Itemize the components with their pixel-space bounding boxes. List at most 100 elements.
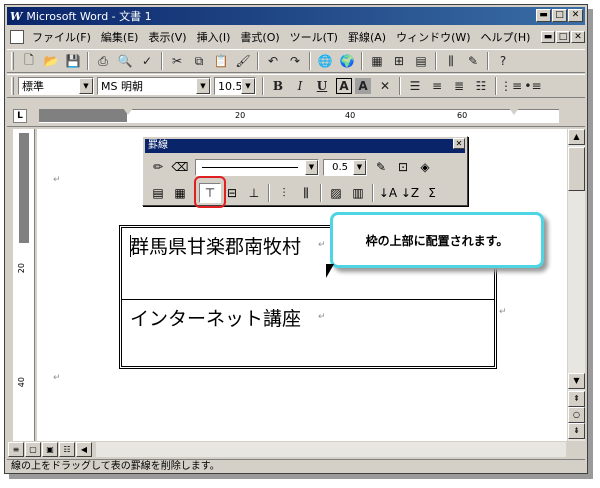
chevron-down-icon[interactable]: ▼: [353, 159, 366, 175]
style-combo[interactable]: 標準 ▼: [18, 77, 94, 95]
toolbar-grip[interactable]: [11, 77, 14, 95]
bullets-icon[interactable]: •≡: [522, 76, 544, 96]
font-size-combo[interactable]: 10.5 ▼: [214, 77, 256, 95]
web-toolbar-icon[interactable]: 🌍: [336, 51, 358, 71]
merge-cells-icon[interactable]: ▦: [169, 183, 191, 203]
scroll-up-icon[interactable]: ▲: [568, 129, 585, 145]
align-bottom-icon[interactable]: ⊥: [243, 183, 265, 203]
insert-table-icon[interactable]: ▤: [147, 183, 169, 203]
sort-descending-icon[interactable]: ↓Z: [399, 183, 421, 203]
menu-table[interactable]: 罫線(A): [343, 29, 391, 45]
columns-icon[interactable]: ⫼: [440, 51, 462, 71]
doc-minimize-button[interactable]: ▬: [541, 31, 555, 43]
autosum-button[interactable]: Σ: [421, 183, 443, 203]
drawing-icon[interactable]: ✎: [462, 51, 484, 71]
chevron-down-icon[interactable]: ▼: [305, 159, 318, 175]
distribute-columns-icon[interactable]: ⫼: [295, 183, 317, 203]
minimize-button[interactable]: ▬: [536, 9, 551, 22]
format-painter-icon[interactable]: 🖌: [232, 51, 254, 71]
underline-button[interactable]: U: [311, 76, 333, 96]
numbering-icon[interactable]: ⋮≡: [500, 76, 522, 96]
scroll-down-icon[interactable]: ▼: [568, 373, 585, 389]
character-border-button[interactable]: A: [336, 78, 352, 94]
standard-toolbar: 🗋 📂 💾 ⎙ 🔍 ✓ ✂ ⧉ 📋 🖌 ↶ ↷ 🌐 🌍 ▦ ⊞ ▤ ⫼ ✎ ?: [7, 49, 585, 73]
toolbar-grip[interactable]: [11, 52, 14, 70]
close-button[interactable]: ✕: [568, 9, 583, 22]
print-layout-icon[interactable]: ▣: [42, 442, 58, 457]
spellcheck-icon[interactable]: ✓: [136, 51, 158, 71]
print-preview-icon[interactable]: 🔍: [114, 51, 136, 71]
formatting-toolbar: 標準 ▼ MS 明朝 ▼ 10.5 ▼ B I U A A ✕ ☰ ≡ ≣ ☷ …: [7, 74, 585, 98]
toolbar-close-icon[interactable]: ✕: [453, 138, 465, 149]
character-shading-button[interactable]: A: [355, 78, 371, 94]
scroll-thumb[interactable]: [568, 147, 585, 191]
menu-window[interactable]: ウィンドウ(W): [391, 29, 475, 45]
tab-selector[interactable]: L: [13, 109, 27, 123]
chevron-down-icon[interactable]: ▼: [196, 78, 210, 94]
tables-borders-icon[interactable]: ▦: [366, 51, 388, 71]
undo-icon[interactable]: ↶: [262, 51, 284, 71]
right-indent-marker-icon[interactable]: [509, 108, 519, 115]
menu-file[interactable]: ファイル(F): [27, 29, 96, 45]
outline-view-icon[interactable]: ☷: [59, 442, 75, 457]
menu-insert[interactable]: 挿入(I): [192, 29, 236, 45]
line-weight-combo[interactable]: 0.5 ▼: [323, 158, 367, 176]
font-combo[interactable]: MS 明朝 ▼: [97, 77, 211, 95]
table-autoformat-icon[interactable]: ▨: [325, 183, 347, 203]
align-center-icon[interactable]: ≡: [426, 76, 448, 96]
hyperlink-icon[interactable]: 🌐: [314, 51, 336, 71]
title-bar[interactable]: W Microsoft Word - 文書 1 ▬ □ ✕: [7, 7, 585, 25]
menu-format[interactable]: 書式(O): [235, 29, 284, 45]
horizontal-ruler[interactable]: 20 40 60: [39, 108, 559, 123]
insert-table-icon[interactable]: ⊞: [388, 51, 410, 71]
distribute-icon[interactable]: ☷: [470, 76, 492, 96]
outside-border-icon[interactable]: ⊡: [392, 157, 414, 177]
insert-excel-icon[interactable]: ▤: [410, 51, 432, 71]
scroll-left-icon[interactable]: ◀: [76, 442, 92, 457]
menu-view[interactable]: 表示(V): [143, 29, 191, 45]
copy-icon[interactable]: ⧉: [188, 51, 210, 71]
chevron-down-icon[interactable]: ▼: [241, 78, 255, 94]
document-icon[interactable]: [10, 30, 24, 44]
align-justify-icon[interactable]: ☰: [404, 76, 426, 96]
redo-icon[interactable]: ↷: [284, 51, 306, 71]
open-folder-icon[interactable]: 📂: [40, 51, 62, 71]
menu-tools[interactable]: ツール(T): [285, 29, 343, 45]
border-color-icon[interactable]: ✎: [370, 157, 392, 177]
line-style-combo[interactable]: ▼: [195, 158, 319, 176]
doc-close-button[interactable]: ✕: [571, 31, 585, 43]
distribute-rows-icon[interactable]: ⫶: [273, 183, 295, 203]
align-right-icon[interactable]: ≣: [448, 76, 470, 96]
select-browse-object-icon[interactable]: ○: [568, 407, 585, 423]
shading-color-icon[interactable]: ◈: [414, 157, 436, 177]
maximize-button[interactable]: □: [552, 9, 567, 22]
bold-button[interactable]: B: [267, 76, 289, 96]
indent-marker-icon[interactable]: [123, 108, 133, 115]
vertical-ruler[interactable]: 20 40: [13, 129, 35, 441]
eraser-icon[interactable]: ⌫: [169, 157, 191, 177]
next-page-icon[interactable]: ⇟: [568, 423, 585, 439]
sort-ascending-icon[interactable]: ↓A: [377, 183, 399, 203]
chevron-down-icon[interactable]: ▼: [79, 78, 93, 94]
toolbar-title[interactable]: 罫線: [145, 139, 465, 153]
cut-icon[interactable]: ✂: [166, 51, 188, 71]
new-document-icon[interactable]: 🗋: [18, 51, 40, 71]
doc-restore-button[interactable]: □: [556, 31, 570, 43]
previous-page-icon[interactable]: ⇞: [568, 391, 585, 407]
change-text-direction-icon[interactable]: ▥: [347, 183, 369, 203]
normal-view-icon[interactable]: ≡: [8, 442, 24, 457]
menu-help[interactable]: ヘルプ(H): [476, 29, 536, 45]
draw-table-pencil-icon[interactable]: ✏: [147, 157, 169, 177]
help-icon[interactable]: ?: [492, 51, 514, 71]
italic-button[interactable]: I: [289, 76, 311, 96]
save-icon[interactable]: 💾: [62, 51, 84, 71]
highlight-icon[interactable]: ✕: [374, 76, 396, 96]
tables-borders-toolbar[interactable]: 罫線 ✕ ✏ ⌫ ▼ 0.5 ▼ ✎ ⊡ ◈ ▤ ▦ ⊤ ⊟ ⊥ ⫶ ⫼ ▨ ▥…: [142, 136, 468, 206]
horizontal-scrollbar[interactable]: [96, 442, 566, 457]
vertical-scrollbar[interactable]: ▲ ▼ ⇞ ○ ⇟: [568, 129, 585, 441]
paste-icon[interactable]: 📋: [210, 51, 232, 71]
print-icon[interactable]: ⎙: [92, 51, 114, 71]
web-layout-icon[interactable]: ▢: [25, 442, 41, 457]
callout-text: 枠の上部に配置されます。: [365, 233, 509, 248]
menu-edit[interactable]: 編集(E): [96, 29, 144, 45]
